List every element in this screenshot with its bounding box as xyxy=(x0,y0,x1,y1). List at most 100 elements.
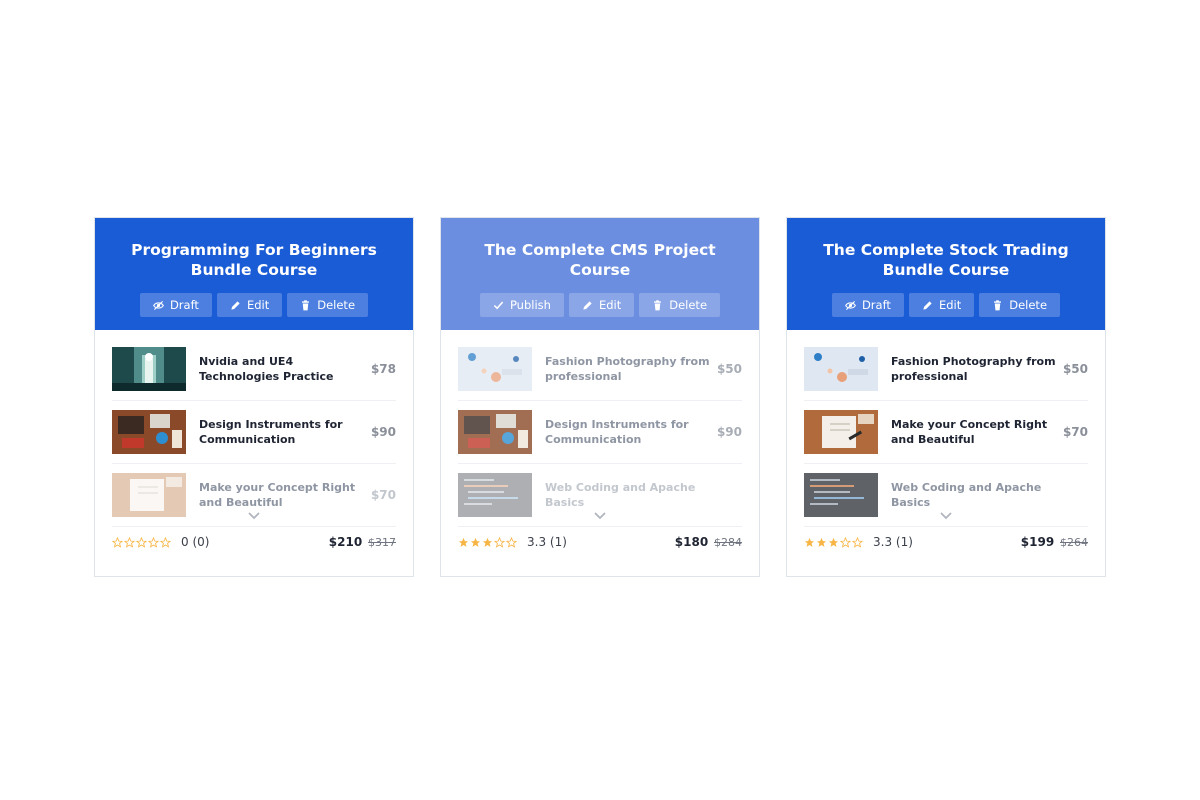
price-original: $317 xyxy=(368,536,396,549)
course-list: Fashion Photography from professional $5… xyxy=(441,330,759,527)
list-item[interactable]: Design Instruments for Communication $90 xyxy=(458,401,742,464)
star-filled-icon xyxy=(828,537,839,547)
price-original: $284 xyxy=(714,536,742,549)
rating-value: 0 (0) xyxy=(181,535,210,549)
price-current: $180 xyxy=(674,535,709,549)
trash-icon xyxy=(652,299,663,311)
course-thumbnail xyxy=(804,473,878,517)
card-footer: 0 (0) $210 $317 xyxy=(112,535,396,549)
course-title: Make your Concept Right and Beautiful xyxy=(199,481,356,509)
delete-label: Delete xyxy=(669,298,708,312)
trash-icon xyxy=(300,299,311,311)
delete-button[interactable]: Delete xyxy=(639,293,721,317)
card-title: The Complete Stock Trading Bundle Course xyxy=(823,241,1069,279)
course-thumbnail xyxy=(112,347,186,391)
list-item[interactable]: Make your Concept Right and Beautiful $7… xyxy=(804,401,1088,464)
card-actions: Draft Edit Delete xyxy=(107,293,401,317)
star-filled-icon xyxy=(804,537,815,547)
course-list: Fashion Photography from professional $5… xyxy=(787,330,1105,527)
card-title: Programming For Beginners Bundle Course xyxy=(131,241,377,279)
draft-label: Draft xyxy=(861,298,891,312)
course-thumbnail xyxy=(804,347,878,391)
rating: 3.3 (1) xyxy=(804,535,913,549)
star-rating xyxy=(112,536,171,548)
edit-label: Edit xyxy=(938,298,962,312)
course-bundle-card: Programming For Beginners Bundle Course … xyxy=(94,217,414,577)
course-title: Fashion Photography from professional xyxy=(891,355,1056,383)
course-bundle-card: The Complete CMS Project Course Publish … xyxy=(440,217,760,577)
card-header: The Complete CMS Project Course Publish … xyxy=(441,218,759,330)
course-thumbnail xyxy=(804,410,878,454)
list-item[interactable]: Design Instruments for Communication $90 xyxy=(112,401,396,464)
bundle-price: $199 $264 xyxy=(1021,535,1088,549)
draft-button[interactable]: Draft xyxy=(139,293,212,317)
card-title: The Complete CMS Project Course xyxy=(484,241,716,279)
course-title: Nvidia and UE4 Technologies Practice xyxy=(199,355,334,383)
chevron-down-icon[interactable] xyxy=(594,512,606,520)
card-actions: Publish Edit Delete xyxy=(453,293,747,317)
star-rating xyxy=(458,536,517,548)
card-header: The Complete Stock Trading Bundle Course… xyxy=(787,218,1105,330)
check-icon xyxy=(493,300,504,311)
course-title: Design Instruments for Communication xyxy=(545,418,689,446)
course-thumbnail xyxy=(458,410,532,454)
star-empty-icon xyxy=(852,536,863,548)
star-filled-icon xyxy=(458,537,469,547)
price-current: $210 xyxy=(328,535,363,549)
course-price: $50 xyxy=(716,362,742,376)
course-price: $70 xyxy=(1062,425,1088,439)
star-empty-icon xyxy=(112,536,123,548)
bundle-price: $180 $284 xyxy=(675,535,742,549)
course-price: $90 xyxy=(716,425,742,439)
eye-off-icon xyxy=(152,300,164,311)
edit-button[interactable]: Edit xyxy=(908,293,975,317)
list-item[interactable]: Fashion Photography from professional $5… xyxy=(458,338,742,401)
course-thumbnail xyxy=(112,473,186,517)
draft-button[interactable]: Draft xyxy=(831,293,904,317)
rating: 3.3 (1) xyxy=(458,535,567,549)
course-list: Nvidia and UE4 Technologies Practice $78… xyxy=(95,330,413,527)
publish-button[interactable]: Publish xyxy=(479,293,564,317)
chevron-down-icon[interactable] xyxy=(248,512,260,520)
pencil-icon xyxy=(922,300,933,311)
course-price: $50 xyxy=(1062,362,1088,376)
course-thumbnail xyxy=(458,473,532,517)
star-filled-icon xyxy=(816,537,827,547)
star-empty-icon xyxy=(840,536,851,548)
edit-button[interactable]: Edit xyxy=(216,293,283,317)
course-price: $90 xyxy=(370,425,396,439)
card-header: Programming For Beginners Bundle Course … xyxy=(95,218,413,330)
rating-value: 3.3 (1) xyxy=(873,535,913,549)
bundle-price: $210 $317 xyxy=(329,535,396,549)
course-thumbnail xyxy=(112,410,186,454)
course-title: Fashion Photography from professional xyxy=(545,355,710,383)
price-original: $264 xyxy=(1060,536,1088,549)
star-empty-icon xyxy=(136,536,147,548)
rating-value: 3.3 (1) xyxy=(527,535,567,549)
card-footer: 3.3 (1) $180 $284 xyxy=(458,535,742,549)
course-title: Design Instruments for Communication xyxy=(199,418,343,446)
list-item[interactable]: Nvidia and UE4 Technologies Practice $78 xyxy=(112,338,396,401)
edit-label: Edit xyxy=(246,298,270,312)
course-bundle-card: The Complete Stock Trading Bundle Course… xyxy=(786,217,1106,577)
edit-button[interactable]: Edit xyxy=(568,293,635,317)
delete-button[interactable]: Delete xyxy=(979,293,1061,317)
star-filled-icon xyxy=(470,537,481,547)
course-price: $70 xyxy=(370,488,396,502)
course-title: Web Coding and Apache Basics xyxy=(545,481,696,509)
delete-label: Delete xyxy=(317,298,356,312)
chevron-down-icon[interactable] xyxy=(940,512,952,520)
pencil-icon xyxy=(230,300,241,311)
course-price: $78 xyxy=(370,362,396,376)
rating: 0 (0) xyxy=(112,535,209,549)
edit-label: Edit xyxy=(598,298,622,312)
course-title: Make your Concept Right and Beautiful xyxy=(891,418,1048,446)
star-empty-icon xyxy=(124,536,135,548)
star-rating xyxy=(804,536,863,548)
delete-button[interactable]: Delete xyxy=(287,293,369,317)
list-item[interactable]: Fashion Photography from professional $5… xyxy=(804,338,1088,401)
price-current: $199 xyxy=(1020,535,1055,549)
star-empty-icon xyxy=(506,536,517,548)
star-empty-icon xyxy=(494,536,505,548)
eye-off-icon xyxy=(844,300,856,311)
